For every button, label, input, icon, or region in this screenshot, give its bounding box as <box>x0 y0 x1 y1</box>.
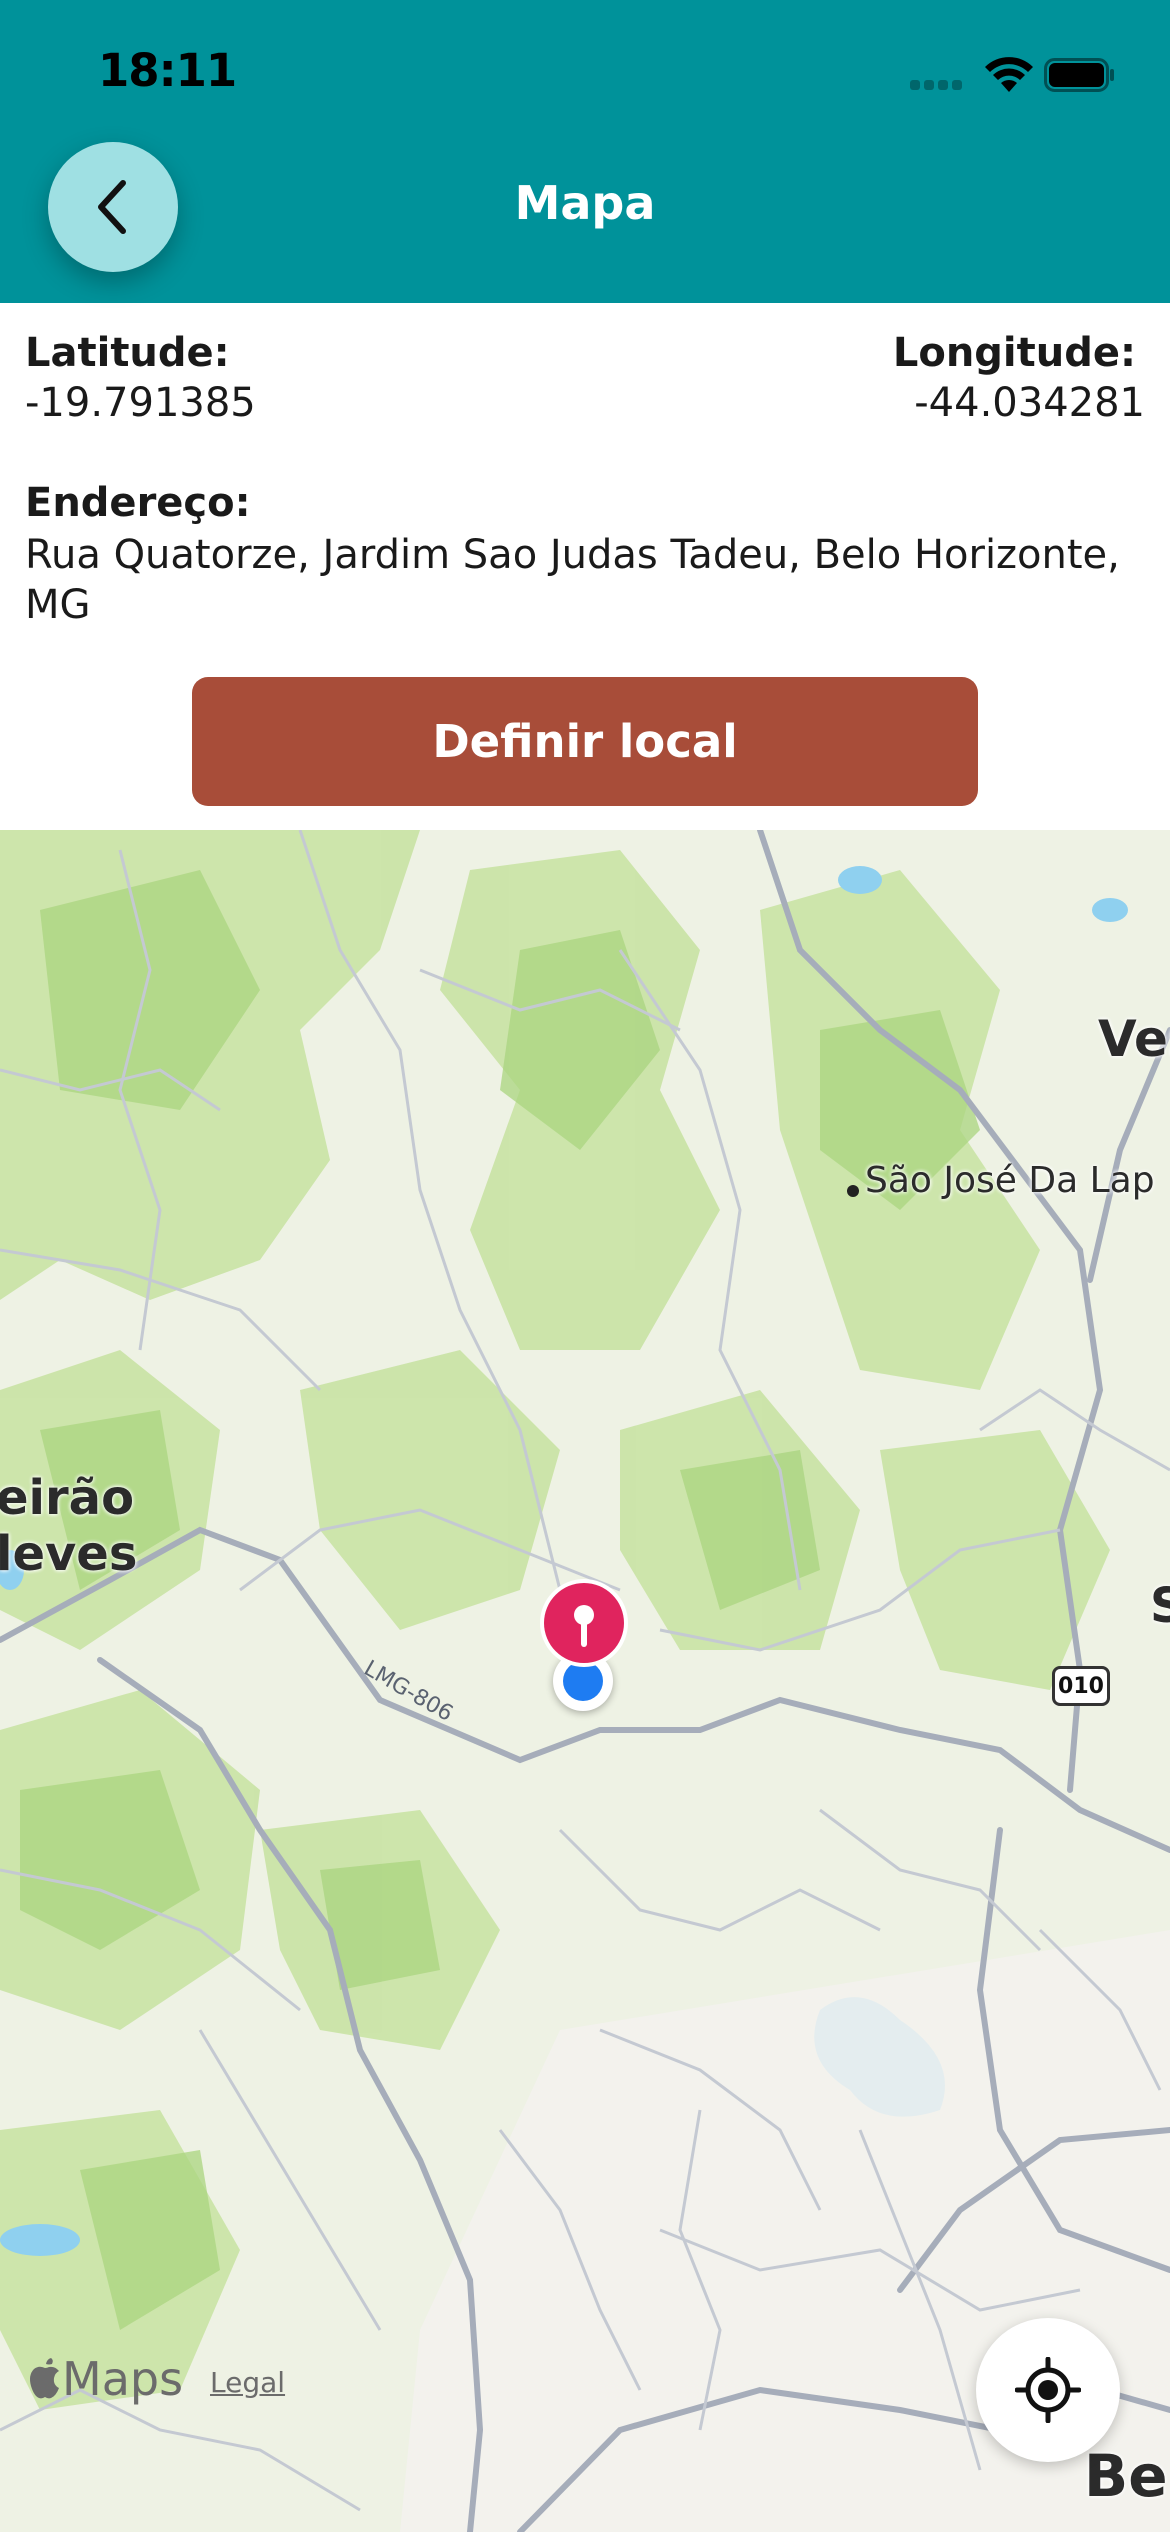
map-place-label: Be <box>1084 2442 1168 2510</box>
longitude-value: -44.034281 <box>914 380 1145 426</box>
maps-brand-text: Maps <box>62 2352 184 2406</box>
legal-link[interactable]: Legal <box>210 2366 285 2399</box>
map-place-dot <box>847 1185 859 1197</box>
map-place-label: Ves <box>1098 1010 1170 1068</box>
status-time: 18:11 <box>98 44 237 97</box>
latitude-label: Latitude: <box>25 330 230 376</box>
locate-crosshair-icon <box>1015 2357 1081 2423</box>
latitude-value: -19.791385 <box>25 380 256 426</box>
cellular-signal-icon <box>910 80 964 90</box>
apple-logo-icon <box>30 2358 59 2399</box>
route-shield: 010 <box>1052 1666 1110 1706</box>
map-pin-icon[interactable] <box>538 1577 630 1727</box>
address-label: Endereço: <box>25 480 251 526</box>
map-place-label: S <box>1150 1578 1170 1634</box>
address-value: Rua Quatorze, Jardim Sao Judas Tadeu, Be… <box>25 532 1120 628</box>
map-place-label: leves <box>0 1526 138 1582</box>
define-location-button[interactable]: Definir local <box>192 677 978 806</box>
wifi-icon <box>985 57 1033 92</box>
apple-maps-logo: Maps <box>28 2352 183 2406</box>
page-title: Mapa <box>514 176 656 230</box>
map-place-label: eirão <box>0 1470 135 1526</box>
navigation-header: 18:11 Mapa <box>0 0 1170 303</box>
locate-me-button[interactable] <box>976 2318 1120 2462</box>
battery-icon <box>1044 58 1114 92</box>
status-icons <box>906 54 1116 98</box>
map-place-label: São José Da Lap <box>865 1160 1155 1201</box>
longitude-label: Longitude: <box>892 330 1136 376</box>
